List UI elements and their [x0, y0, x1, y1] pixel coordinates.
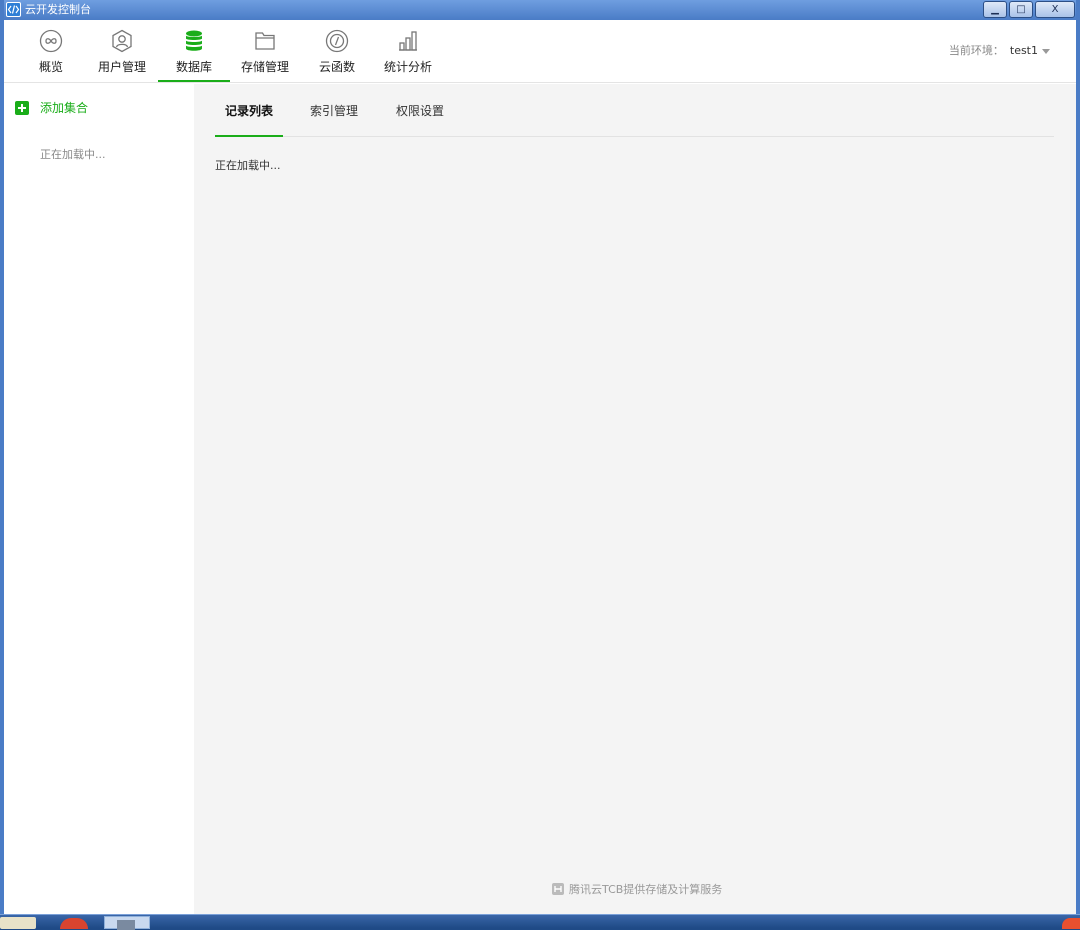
plus-icon	[15, 101, 29, 115]
nav-label: 统计分析	[383, 60, 432, 74]
nav-item-analytics[interactable]: 统计分析	[372, 20, 444, 83]
nav-label: 云函数	[318, 60, 355, 74]
tab-records[interactable]: 记录列表	[214, 104, 284, 137]
env-value: test1	[1009, 44, 1038, 57]
add-collection-button[interactable]: 添加集合	[15, 101, 88, 115]
app-code-icon	[6, 2, 21, 17]
nav-label: 数据库	[175, 60, 212, 74]
nav-item-users[interactable]: 用户管理	[86, 20, 158, 83]
sidebar-loading-text: 正在加载中...	[40, 148, 106, 161]
top-nav: 概览 用户管理 数据库 存储管理 云函数 统计分析 当前环境： test1	[4, 20, 1076, 83]
env-label: 当前环境：	[948, 44, 1004, 57]
os-taskbar	[0, 914, 1080, 930]
environment-selector[interactable]: 当前环境： test1	[949, 44, 1050, 58]
nav-item-overview[interactable]: 概览	[15, 20, 87, 83]
database-icon	[186, 30, 202, 51]
footer-text: 腾讯云TCB提供存储及计算服务	[569, 883, 723, 896]
minimize-icon: ▁	[991, 3, 999, 15]
function-icon	[325, 29, 349, 53]
folder-icon	[255, 32, 275, 50]
footer: 腾讯云TCB提供存储及计算服务	[551, 881, 722, 897]
add-collection-label: 添加集合	[40, 101, 89, 115]
system-tray-icon[interactable]	[1062, 918, 1080, 929]
sidebar: 添加集合 正在加载中...	[4, 84, 194, 914]
window-title: 云开发控制台	[25, 3, 91, 16]
start-button[interactable]	[0, 917, 36, 929]
nav-label: 概览	[38, 60, 63, 74]
maximize-icon: □	[1016, 3, 1026, 15]
maximize-button[interactable]: □	[1009, 1, 1033, 18]
close-icon: X	[1051, 3, 1059, 15]
nav-label: 存储管理	[240, 60, 289, 74]
nav-item-database[interactable]: 数据库	[158, 20, 230, 83]
nav-label: 用户管理	[97, 60, 146, 74]
user-icon	[112, 29, 132, 53]
main-loading-text: 正在加载中...	[215, 159, 281, 172]
chevron-down-icon	[1042, 48, 1050, 54]
tab-permissions[interactable]: 权限设置	[396, 104, 444, 137]
bar-chart-icon	[399, 31, 417, 51]
close-button[interactable]: X	[1035, 1, 1075, 18]
tab-bar: 记录列表 索引管理 权限设置	[214, 84, 1054, 137]
window-controls: ▁ □ X	[983, 1, 1075, 18]
nav-item-storage[interactable]: 存储管理	[229, 20, 301, 83]
tencent-cloud-logo-icon	[552, 883, 564, 895]
main-panel: 记录列表 索引管理 权限设置 正在加载中... 腾讯云TCB提供存储及计算服务	[194, 84, 1076, 914]
nav-item-functions[interactable]: 云函数	[301, 20, 373, 83]
overview-infinity-icon	[39, 29, 63, 53]
minimize-button[interactable]: ▁	[983, 1, 1007, 18]
title-bar[interactable]: 云开发控制台 ▁ □ X	[4, 0, 1076, 20]
tab-indexes[interactable]: 索引管理	[310, 104, 358, 137]
chrome-taskbar-icon[interactable]	[60, 918, 88, 929]
app-window: 云开发控制台 ▁ □ X 概览 用户管理 数据库 存储管理 云函数 统计分析 当…	[0, 0, 1080, 914]
taskbar-app-button[interactable]	[104, 916, 150, 930]
app-window-icon	[117, 920, 135, 930]
